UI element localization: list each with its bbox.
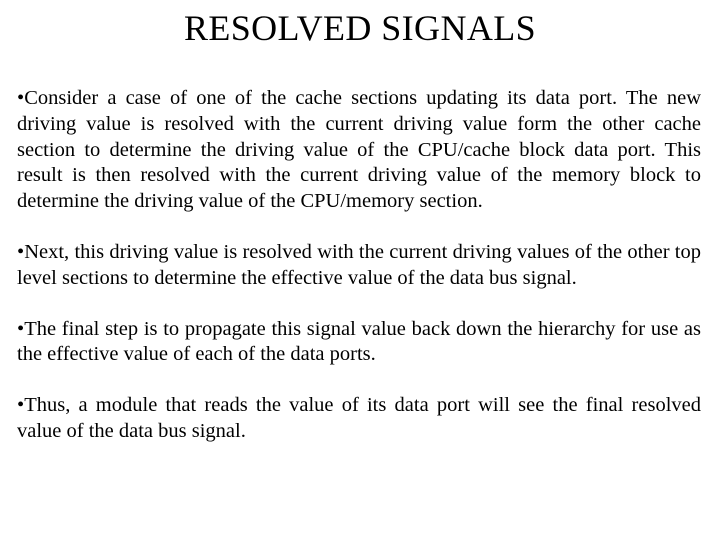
bullet-paragraph-1: •Consider a case of one of the cache sec… [17, 86, 701, 215]
bullet-paragraph-text: The final step is to propagate this sign… [17, 317, 701, 366]
bullet-paragraph-text: Consider a case of one of the cache sect… [17, 87, 701, 213]
bullet-paragraph-3: •The final step is to propagate this sig… [17, 317, 701, 369]
bullet-paragraph-text: Next, this driving value is resolved wit… [17, 240, 701, 289]
slide-body-content: •Consider a case of one of the cache sec… [17, 86, 701, 445]
bullet-paragraph-4: •Thus, a module that reads the value of … [17, 393, 701, 445]
page-title: RESOLVED SIGNALS [183, 8, 537, 48]
bullet-paragraph-2: •Next, this driving value is resolved wi… [17, 240, 701, 292]
presentation-slide: RESOLVED SIGNALS •Consider a case of one… [0, 0, 720, 540]
bullet-paragraph-text: Thus, a module that reads the value of i… [17, 394, 701, 442]
